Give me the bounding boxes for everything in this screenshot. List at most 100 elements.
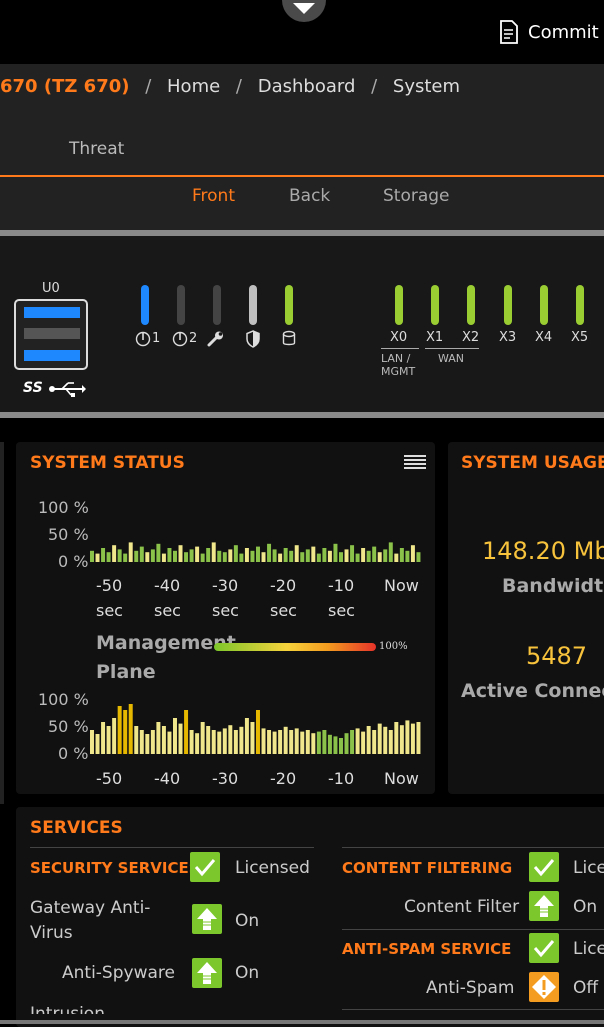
led-status-2 (177, 285, 185, 325)
intrusion-label: Intrusion (30, 1004, 105, 1014)
management-plane-label: Plane (96, 661, 156, 683)
lan-underline (381, 348, 419, 349)
active-connections-value: 5487 (526, 642, 588, 670)
x-tick: -40 (154, 769, 181, 788)
chart-bar (289, 730, 294, 754)
chart-bar (339, 552, 343, 562)
y-tick-0: 0 % (58, 552, 89, 571)
anti-spam-label: Anti-Spam (426, 978, 515, 998)
chart-bar (372, 730, 377, 754)
storage-icon (282, 330, 296, 346)
led-tool (213, 285, 221, 325)
breadcrumb-dashboard[interactable]: Dashboard (258, 76, 356, 97)
port-led-x4[interactable] (540, 285, 548, 325)
chart-bar (184, 552, 189, 562)
chart-bar (267, 543, 272, 562)
chart-bar (316, 553, 321, 562)
chart-bar (206, 548, 211, 562)
system-status-panel: SYSTEM STATUS 100 % 50 % 0 % -50 -40 -30… (16, 442, 435, 794)
port-led-x5[interactable] (576, 285, 584, 325)
chart-bar (294, 728, 299, 754)
tab-divider (0, 175, 604, 177)
x-tick: -10 (328, 769, 355, 788)
divider (342, 929, 604, 930)
chart-bar (416, 552, 421, 562)
usb-port[interactable] (14, 299, 88, 370)
anti-spam-heading: ANTI-SPAM SERVICE (342, 940, 512, 958)
tab-storage[interactable]: Storage (383, 186, 450, 206)
usb-slot-middle (24, 328, 80, 339)
chart-bar (289, 550, 294, 562)
anti-spyware-status: On (235, 963, 260, 983)
system-status-title: SYSTEM STATUS (30, 453, 185, 473)
chart-bar (178, 545, 183, 562)
port-led-x1[interactable] (431, 285, 439, 325)
chart-bar (350, 730, 355, 754)
chart-bar (200, 553, 205, 562)
port-led-x0[interactable] (395, 285, 403, 325)
chart-bar (161, 726, 166, 754)
chart-bar (228, 549, 233, 562)
breadcrumb-system[interactable]: System (393, 76, 460, 97)
tab-threat[interactable]: Threat (69, 139, 124, 159)
x-tick: -30 (212, 576, 239, 595)
menu-icon[interactable] (404, 453, 426, 471)
chart-bar (95, 734, 100, 754)
chart-bar (283, 548, 288, 562)
chart-bar (189, 549, 194, 562)
chart-bar (101, 722, 106, 754)
chart-bar (350, 545, 355, 562)
tab-front[interactable]: Front (192, 186, 235, 206)
commit-button[interactable]: Commit & (498, 18, 604, 46)
y-tick-100: 100 % (38, 690, 89, 709)
chart-bar (128, 704, 133, 754)
tab-back[interactable]: Back (289, 186, 330, 206)
anti-spam-licensed-check-icon (529, 933, 559, 963)
chart-bar (366, 550, 371, 562)
chart-bar (117, 549, 122, 562)
chart-bar (150, 549, 155, 562)
chart-bar (311, 733, 316, 754)
chart-bar (117, 706, 122, 754)
chart-bar (305, 549, 310, 562)
chart-bar (410, 545, 415, 562)
chart-bar (272, 731, 277, 754)
x-tick: -30 (212, 769, 239, 788)
chart-bar (167, 548, 172, 562)
chart-bar (394, 722, 399, 754)
port-label-x2: X2 (462, 330, 480, 345)
chart-bar (112, 718, 117, 754)
chart-bar (261, 552, 266, 562)
port-led-x3[interactable] (504, 285, 512, 325)
chart-bar (344, 549, 349, 562)
active-connections-label: Active Connec (461, 680, 604, 702)
chart-bar (300, 552, 305, 562)
chart-bar (222, 728, 227, 754)
port-label-x1: X1 (426, 330, 444, 345)
chart-bar (327, 734, 332, 754)
chart-bar (217, 550, 222, 562)
chart-bar (399, 725, 404, 754)
y-tick-0: 0 % (58, 744, 89, 763)
services-panel: SERVICES SECURITY SERVICES Licensed Gate… (16, 807, 604, 1027)
device-front-panel (0, 230, 604, 418)
chart-bar (134, 726, 139, 754)
x-tick: Now (384, 769, 419, 788)
commit-doc-icon (500, 20, 518, 44)
chart-bar (283, 726, 288, 754)
anti-spyware-on-icon (192, 958, 222, 988)
x-tick: -20 (270, 576, 297, 595)
breadcrumb-home[interactable]: Home (167, 76, 220, 97)
port-led-x2[interactable] (467, 285, 475, 325)
chart-bar (355, 553, 360, 562)
chart-bar (361, 731, 366, 754)
usb-speed-label: SS (23, 380, 43, 396)
chart-bar (161, 553, 166, 562)
chart-bar (410, 723, 415, 754)
chart-bar (239, 726, 244, 754)
breadcrumb-device[interactable]: 670 (TZ 670) (0, 76, 129, 97)
chart-bar (278, 553, 283, 562)
chart-bar (405, 550, 410, 562)
power-icon (135, 331, 151, 347)
gateway-antivirus-status: On (235, 911, 260, 931)
